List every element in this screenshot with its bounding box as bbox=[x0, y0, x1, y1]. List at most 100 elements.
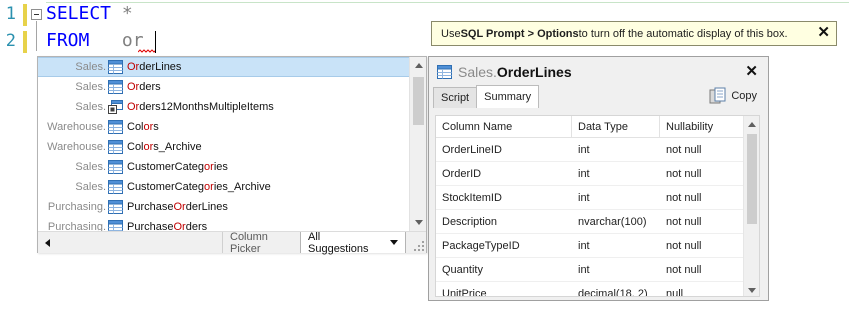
cell-data-type: int bbox=[578, 191, 590, 204]
table-icon bbox=[108, 160, 123, 174]
line-number-1: 1 bbox=[5, 4, 16, 24]
all-suggestions-dropdown[interactable]: All Suggestions bbox=[300, 231, 406, 255]
suggestion-item[interactable]: Sales. OrderLines bbox=[38, 57, 410, 77]
column-header-name[interactable]: Column Name bbox=[436, 116, 572, 137]
code-line-1: SELECT * bbox=[46, 3, 133, 24]
error-squiggle bbox=[138, 49, 156, 53]
match-highlight: or bbox=[143, 121, 154, 133]
suggestion-schema: Sales. bbox=[75, 181, 106, 193]
table-row[interactable]: UnitPrice decimal(18, 2) null bbox=[436, 282, 745, 297]
table-row[interactable]: Description nvarchar(100) not null bbox=[436, 210, 745, 234]
change-marker-line-1 bbox=[23, 4, 27, 26]
collapse-toggle-icon[interactable] bbox=[31, 9, 42, 20]
text-caret bbox=[155, 31, 156, 53]
details-title: Sales. OrderLines bbox=[437, 62, 572, 82]
name-fragment: Purchase bbox=[127, 201, 174, 213]
suggestion-name: Orders12MonthsMultipleItems bbox=[127, 101, 274, 113]
details-vertical-scrollbar[interactable] bbox=[743, 116, 759, 296]
close-icon[interactable]: ✕ bbox=[817, 25, 830, 40]
column-header-nullability[interactable]: Nullability bbox=[660, 116, 745, 137]
cell-data-type: int bbox=[578, 263, 590, 276]
name-fragment: derLines bbox=[139, 61, 182, 73]
table-icon bbox=[108, 200, 123, 214]
table-row[interactable]: Quantity int not null bbox=[436, 258, 745, 282]
scroll-up-icon[interactable] bbox=[744, 116, 759, 132]
line-number-2: 2 bbox=[5, 31, 16, 51]
suggestion-name: PurchaseOrders bbox=[127, 221, 207, 231]
name-fragment: Col bbox=[127, 141, 144, 153]
cell-column-name: Quantity bbox=[442, 263, 483, 276]
cell-nullability: not null bbox=[666, 167, 702, 180]
tooltip-prefix: Use bbox=[441, 27, 461, 40]
suggestion-name: PurchaseOrderLines bbox=[127, 201, 228, 213]
name-fragment: Col bbox=[127, 121, 144, 133]
suggestion-item[interactable]: Sales. Orders12MonthsMultipleItems bbox=[38, 97, 410, 117]
cell-nullability: null bbox=[666, 287, 684, 297]
cell-data-type: decimal(18, 2) bbox=[578, 287, 648, 297]
chevron-down-icon bbox=[390, 240, 398, 245]
suggestion-item[interactable]: Purchasing. PurchaseOrders bbox=[38, 217, 410, 231]
table-icon bbox=[108, 180, 123, 194]
scroll-thumb[interactable] bbox=[413, 77, 424, 125]
cell-column-name: OrderLineID bbox=[442, 143, 502, 156]
cell-nullability: not null bbox=[666, 143, 702, 156]
suggestion-item[interactable]: Sales. CustomerCategories_Archive bbox=[38, 177, 410, 197]
view-icon bbox=[108, 100, 123, 114]
table-row[interactable]: OrderID int not null bbox=[436, 162, 745, 186]
scroll-down-icon[interactable] bbox=[744, 282, 759, 296]
suggestion-item[interactable]: Sales. CustomerCategories bbox=[38, 157, 410, 177]
column-picker-tab[interactable]: Column Picker bbox=[222, 231, 300, 255]
name-fragment: ies bbox=[213, 161, 228, 173]
tooltip-menu-path: SQL Prompt > Options bbox=[460, 27, 579, 40]
name-fragment: ders12MonthsMultipleItems bbox=[139, 101, 274, 113]
match-highlight: or bbox=[204, 181, 214, 193]
table-row[interactable]: OrderLineID int not null bbox=[436, 138, 745, 162]
close-icon[interactable]: ✕ bbox=[745, 62, 758, 80]
table-icon bbox=[108, 220, 123, 231]
name-fragment: ies_Archive bbox=[213, 181, 271, 193]
select-keyword: SELECT bbox=[46, 3, 112, 24]
table-row[interactable]: PackageTypeID int not null bbox=[436, 234, 745, 258]
typed-identifier: or bbox=[121, 30, 144, 51]
suggestion-schema: Warehouse. bbox=[47, 121, 106, 133]
scroll-thumb[interactable] bbox=[747, 134, 757, 224]
outline-line bbox=[36, 21, 37, 51]
match-highlight: Or bbox=[173, 221, 186, 231]
tab-script[interactable]: Script bbox=[433, 87, 478, 108]
cell-column-name: UnitPrice bbox=[442, 287, 487, 297]
table-icon bbox=[108, 140, 123, 154]
suggestion-item[interactable]: Warehouse. Colors bbox=[38, 117, 410, 137]
cell-data-type: int bbox=[578, 143, 590, 156]
scroll-down-icon[interactable] bbox=[410, 214, 427, 231]
resize-grip-icon[interactable] bbox=[414, 241, 424, 251]
table-row[interactable]: StockItemID int not null bbox=[436, 186, 745, 210]
scroll-left-icon[interactable] bbox=[40, 235, 54, 251]
suggestion-item[interactable]: Warehouse. Colors_Archive bbox=[38, 137, 410, 157]
tooltip-suffix: to turn off the automatic display of thi… bbox=[578, 27, 788, 40]
suggestion-vertical-scrollbar[interactable] bbox=[409, 57, 426, 231]
table-icon bbox=[108, 120, 123, 134]
from-keyword: FROM bbox=[46, 30, 90, 51]
change-marker-line-2 bbox=[23, 31, 27, 53]
copy-label: Copy bbox=[731, 89, 757, 102]
name-fragment: s_Archive bbox=[153, 141, 202, 153]
copy-button[interactable]: Copy bbox=[709, 87, 757, 104]
cell-nullability: not null bbox=[666, 263, 702, 276]
tab-summary[interactable]: Summary bbox=[476, 85, 540, 108]
suggestion-footer: Column Picker All Suggestions bbox=[38, 231, 426, 255]
suggestion-item[interactable]: Sales. Orders bbox=[38, 77, 410, 97]
options-tooltip: Use SQL Prompt > Options to turn off the… bbox=[431, 21, 837, 46]
cell-data-type: nvarchar(100) bbox=[578, 215, 647, 228]
table-icon bbox=[108, 60, 123, 74]
match-highlight: or bbox=[204, 161, 214, 173]
editor-top-rule bbox=[46, 2, 849, 3]
column-header-type[interactable]: Data Type bbox=[572, 116, 660, 137]
scroll-up-icon[interactable] bbox=[410, 57, 427, 74]
object-details-panel: Sales. OrderLines ✕ Script Summary Copy C… bbox=[428, 56, 769, 301]
match-highlight: Or bbox=[127, 81, 140, 93]
star-operator: * bbox=[111, 3, 133, 24]
suggestion-item[interactable]: Purchasing. PurchaseOrderLines bbox=[38, 197, 410, 217]
columns-table: Column Name Data Type Nullability OrderL… bbox=[436, 116, 745, 297]
name-fragment: s bbox=[153, 121, 159, 133]
cell-data-type: int bbox=[578, 239, 590, 252]
